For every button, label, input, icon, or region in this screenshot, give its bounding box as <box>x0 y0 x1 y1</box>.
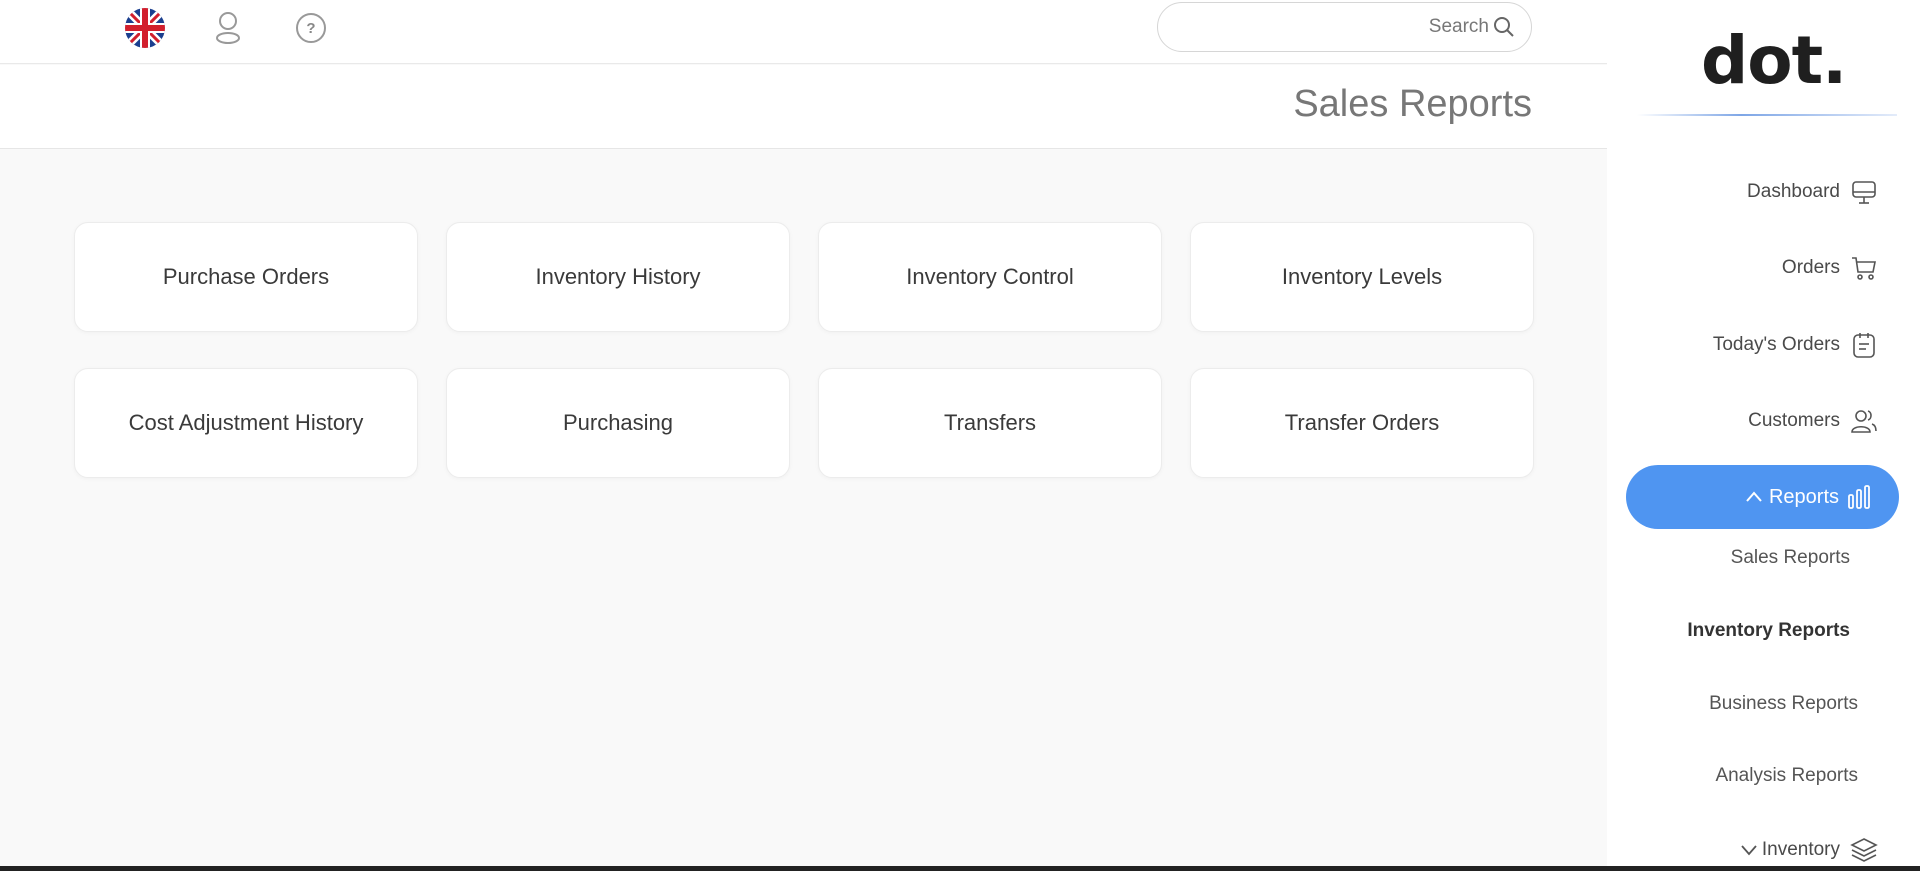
chevron-down-icon <box>1741 845 1757 856</box>
top-bar: ? <box>0 0 1607 64</box>
report-card-cost-adjustment-history[interactable]: Cost Adjustment History <box>74 368 418 478</box>
report-card-inventory-control[interactable]: Inventory Control <box>818 222 1162 332</box>
help-icon: ? <box>296 13 326 43</box>
uk-flag-icon <box>125 8 165 48</box>
user-icon <box>216 12 240 44</box>
report-card-transfers[interactable]: Transfers <box>818 368 1162 478</box>
logo-divider <box>1637 114 1897 116</box>
layers-icon <box>1850 838 1878 862</box>
main-area: ? Sales Reports Purchase Orders Inventor… <box>0 0 1607 871</box>
cart-icon <box>1852 257 1876 280</box>
sidebar-item-label: Reports <box>1768 485 1839 508</box>
search-icon[interactable] <box>1493 16 1515 38</box>
sidebar-item-label: Today's Orders <box>1712 334 1840 355</box>
report-card-purchasing[interactable]: Purchasing <box>446 368 790 478</box>
app-root: ? Sales Reports Purchase Orders Inventor… <box>0 0 1920 871</box>
title-bar: Sales Reports <box>0 65 1607 149</box>
submenu-item-inventory-reports[interactable]: Inventory Reports <box>1687 620 1850 642</box>
submenu-item-business-reports[interactable]: Business Reports <box>1709 693 1858 715</box>
sidebar-item-label: Inventory <box>1761 839 1840 860</box>
user-button[interactable] <box>208 8 248 48</box>
sidebar-item-customers[interactable]: Customers <box>1748 401 1878 441</box>
clipboard-icon <box>1853 333 1875 358</box>
sidebar-item-orders[interactable]: Orders <box>1782 248 1878 288</box>
search-box <box>1157 2 1532 52</box>
users-icon <box>1851 410 1877 433</box>
sidebar-item-label: Customers <box>1748 410 1840 431</box>
chevron-up-icon <box>1746 491 1762 502</box>
svg-text:?: ? <box>306 20 315 37</box>
sidebar-item-todays-orders[interactable]: Today's Orders <box>1713 325 1878 365</box>
page-title: Sales Reports <box>1293 83 1532 125</box>
sidebar-item-inventory[interactable]: Inventory <box>1740 830 1878 870</box>
search-input[interactable] <box>1289 16 1489 38</box>
sidebar: dot. Dashboard Orders Today's Orders Cus… <box>1607 0 1920 871</box>
report-card-inventory-history[interactable]: Inventory History <box>446 222 790 332</box>
sidebar-item-dashboard[interactable]: Dashboard <box>1747 172 1878 212</box>
sidebar-item-reports[interactable]: Reports <box>1626 465 1899 529</box>
brand-logo[interactable]: dot. <box>1701 22 1847 99</box>
language-selector[interactable] <box>125 8 165 48</box>
sidebar-item-label: Dashboard <box>1747 181 1840 202</box>
report-card-purchase-orders[interactable]: Purchase Orders <box>74 222 418 332</box>
help-button[interactable]: ? <box>291 8 331 48</box>
report-cards-grid: Purchase Orders Inventory History Invent… <box>74 222 1534 478</box>
report-card-transfer-orders[interactable]: Transfer Orders <box>1190 368 1534 478</box>
bar-chart-icon <box>1848 485 1870 509</box>
submenu-item-analysis-reports[interactable]: Analysis Reports <box>1715 765 1858 787</box>
bottom-edge-strip <box>0 866 1920 871</box>
monitor-icon <box>1852 181 1876 204</box>
report-card-inventory-levels[interactable]: Inventory Levels <box>1190 222 1534 332</box>
submenu-item-sales-reports[interactable]: Sales Reports <box>1731 547 1850 569</box>
sidebar-item-label: Orders <box>1781 257 1840 278</box>
